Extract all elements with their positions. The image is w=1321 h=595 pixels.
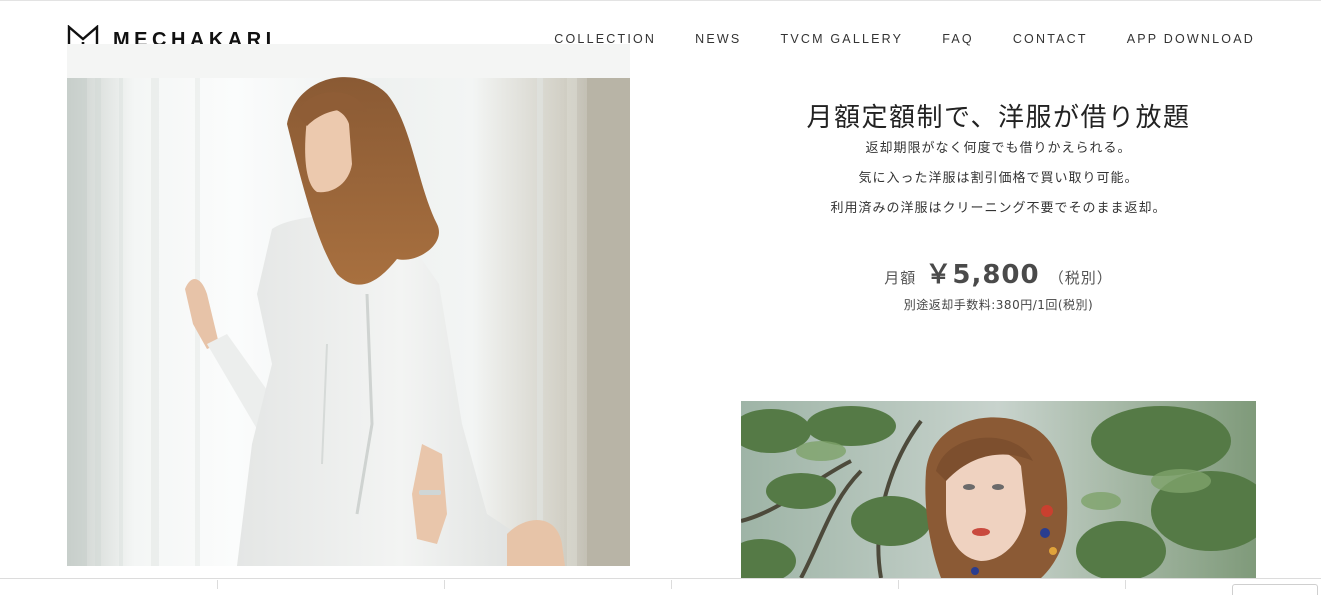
hero-line-1: 返却期限がなく何度でも借りかえられる。 — [865, 141, 1132, 156]
top-divider — [0, 0, 1321, 1]
nav-item-news[interactable]: NEWS — [695, 32, 741, 46]
nav-item-app-download[interactable]: APP DOWNLOAD — [1127, 32, 1255, 46]
nav-item-faq[interactable]: FAQ — [942, 32, 974, 46]
hero-headline: 月額定額制で、洋服が借り放題 — [806, 103, 1191, 134]
bottom-divider — [0, 578, 1321, 579]
hero-description: 返却期限がなく何度でも借りかえられる。 気に入った洋服は割引価格で買い取り可能。… — [741, 138, 1256, 228]
price-block: 月額 ￥5,800 （税別） — [741, 254, 1256, 291]
main-nav: COLLECTION NEWS TVCM GALLERY FAQ CONTACT… — [554, 32, 1255, 46]
bottom-divider-tick — [671, 580, 672, 589]
bottom-divider-tick — [444, 580, 445, 589]
nav-item-tvcm-gallery[interactable]: TVCM GALLERY — [780, 32, 903, 46]
hero-photo — [67, 44, 630, 566]
bottom-divider-tick — [1125, 580, 1126, 589]
hero-line-2: 気に入った洋服は割引価格で買い取り可能。 — [858, 171, 1139, 186]
hero-line-3: 利用済みの洋服はクリーニング不要でそのまま返却。 — [830, 201, 1167, 216]
bottom-divider-tick — [898, 580, 899, 589]
price-tax-note: （税別） — [1048, 269, 1113, 287]
return-fee-note: 別途返却手数料:380円/1回(税別) — [903, 298, 1094, 312]
nav-item-contact[interactable]: CONTACT — [1013, 32, 1088, 46]
bottom-divider-tick — [217, 580, 218, 589]
secondary-photo — [741, 401, 1256, 578]
price-label: 月額 — [884, 269, 917, 287]
floating-widget-tab[interactable] — [1232, 584, 1318, 595]
price-amount: ￥5,800 — [925, 260, 1040, 290]
